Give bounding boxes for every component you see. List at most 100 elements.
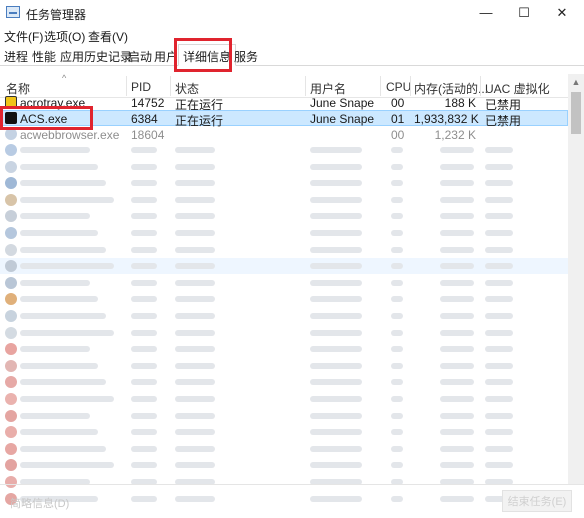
blurred-text bbox=[440, 362, 474, 369]
blurred-text bbox=[20, 263, 114, 270]
blurred-text bbox=[131, 180, 157, 187]
blurred-text bbox=[485, 279, 513, 286]
table-row-selected[interactable]: ACS.exe 6384 正在运行 June Snape 01 1,933,83… bbox=[0, 110, 568, 128]
blurred-text bbox=[175, 163, 215, 170]
blurred-text bbox=[391, 213, 403, 220]
maximize-button[interactable]: ☐ bbox=[506, 3, 542, 23]
tab-app-history[interactable]: 应用历史记录 bbox=[60, 48, 132, 65]
blurred-text bbox=[391, 445, 403, 452]
process-cpu: 00 bbox=[391, 128, 405, 142]
acrotray-icon bbox=[5, 96, 17, 108]
blurred-row bbox=[0, 258, 568, 275]
column-cpu[interactable]: CPU bbox=[386, 80, 411, 94]
blurred-text bbox=[175, 263, 215, 270]
blurred-row bbox=[0, 159, 568, 175]
blurred-row bbox=[0, 275, 568, 291]
blurred-text bbox=[485, 147, 513, 153]
fewer-details-link[interactable]: 简略信息(D) bbox=[10, 495, 69, 511]
process-user: June Snape bbox=[310, 96, 375, 110]
blurred-text bbox=[440, 379, 474, 386]
blurred-text bbox=[440, 396, 474, 402]
blurred-text bbox=[310, 429, 362, 436]
blurred-row bbox=[0, 358, 568, 374]
process-icon bbox=[5, 376, 17, 389]
process-icon bbox=[5, 310, 17, 322]
process-icon bbox=[5, 393, 17, 405]
blurred-text bbox=[20, 329, 114, 336]
blurred-text bbox=[440, 246, 474, 253]
blurred-text bbox=[440, 445, 474, 452]
blurred-text bbox=[391, 196, 403, 203]
blurred-text bbox=[131, 362, 157, 369]
menu-view[interactable]: 查看(V) bbox=[88, 28, 128, 45]
blurred-row bbox=[0, 308, 568, 324]
blurred-text bbox=[440, 429, 474, 436]
end-task-button[interactable]: 结束任务(E) bbox=[502, 490, 572, 512]
blurred-row bbox=[0, 457, 568, 473]
close-button[interactable]: ✕ bbox=[544, 3, 580, 23]
blurred-text bbox=[131, 313, 157, 319]
blurred-text bbox=[391, 346, 403, 353]
blurred-row bbox=[0, 291, 568, 307]
blurred-text bbox=[175, 412, 215, 419]
menu-file[interactable]: 文件(F) bbox=[4, 28, 43, 45]
tab-processes[interactable]: 进程 bbox=[4, 48, 28, 65]
process-user: June Snape bbox=[310, 112, 375, 126]
blurred-text bbox=[131, 246, 157, 253]
blurred-text bbox=[391, 147, 403, 153]
sort-up-icon[interactable]: ^ bbox=[62, 73, 66, 83]
menu-options[interactable]: 选项(O) bbox=[44, 28, 85, 45]
process-pid: 6384 bbox=[131, 112, 158, 126]
blurred-text bbox=[440, 230, 474, 236]
blurred-row bbox=[0, 374, 568, 390]
blurred-text bbox=[485, 346, 513, 353]
scroll-up-icon[interactable]: ▲ bbox=[568, 74, 584, 90]
table-row[interactable]: acrotray.exe 14752 正在运行 June Snape 00 18… bbox=[0, 94, 568, 112]
column-pid[interactable]: PID bbox=[131, 80, 151, 94]
tab-users[interactable]: 用户 bbox=[154, 48, 178, 65]
blurred-text bbox=[391, 462, 403, 469]
blurred-text bbox=[20, 445, 106, 452]
blurred-text bbox=[485, 379, 513, 386]
process-cpu: 01 bbox=[391, 112, 405, 126]
blurred-text bbox=[131, 163, 157, 170]
menu-bar: 文件(F) 选项(O) 查看(V) bbox=[0, 26, 584, 44]
blurred-text bbox=[175, 379, 215, 386]
blurred-text bbox=[20, 279, 90, 286]
blurred-text bbox=[391, 412, 403, 419]
browser-icon bbox=[5, 128, 17, 140]
tab-bar: 进程 性能 应用历史记录 启动 用户 详细信息 服务 bbox=[0, 44, 584, 66]
blurred-text bbox=[391, 246, 403, 253]
blurred-text bbox=[131, 279, 157, 286]
blurred-text bbox=[310, 163, 362, 170]
blurred-text bbox=[20, 396, 114, 402]
blurred-text bbox=[175, 196, 215, 203]
process-icon bbox=[5, 459, 17, 472]
blurred-text bbox=[175, 296, 215, 303]
blurred-row bbox=[0, 175, 568, 191]
blurred-text bbox=[131, 263, 157, 270]
blurred-text bbox=[485, 462, 513, 469]
blurred-text bbox=[391, 180, 403, 187]
blurred-row bbox=[0, 225, 568, 241]
blurred-text bbox=[391, 429, 403, 436]
tab-performance[interactable]: 性能 bbox=[32, 48, 56, 65]
blurred-row bbox=[0, 391, 568, 407]
process-name: acrotray.exe bbox=[20, 96, 86, 110]
blurred-text bbox=[131, 147, 157, 153]
scroll-thumb[interactable] bbox=[571, 92, 581, 134]
blurred-text bbox=[440, 163, 474, 170]
blurred-text bbox=[310, 263, 362, 270]
table-row[interactable]: acwebbrowser.exe 18604 00 1,232 K bbox=[0, 126, 568, 142]
blurred-text bbox=[440, 213, 474, 220]
tab-details[interactable]: 详细信息 bbox=[178, 44, 237, 66]
tab-services[interactable]: 服务 bbox=[234, 48, 258, 65]
vertical-scrollbar[interactable]: ▲ bbox=[568, 74, 584, 484]
blurred-text bbox=[131, 379, 157, 386]
tab-startup[interactable]: 启动 bbox=[128, 48, 152, 65]
blurred-text bbox=[391, 396, 403, 402]
minimize-button[interactable]: — bbox=[468, 3, 504, 23]
window-title: 任务管理器 bbox=[26, 8, 87, 22]
blurred-text bbox=[391, 362, 403, 369]
blurred-text bbox=[310, 147, 362, 153]
